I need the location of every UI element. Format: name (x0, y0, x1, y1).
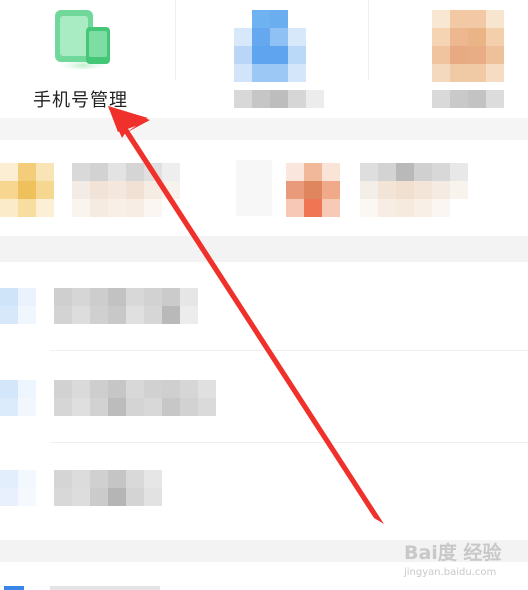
promo-card-right[interactable] (286, 155, 528, 235)
list-item-icon (0, 470, 36, 506)
promo-text-right (360, 163, 468, 217)
list-item-icon (4, 586, 24, 590)
list-item[interactable] (0, 380, 528, 420)
watermark-url: jingyan.baidu.com (404, 567, 497, 578)
list-item-label (54, 470, 162, 506)
clipboard-icon (234, 10, 306, 82)
list-item-label (54, 288, 198, 324)
promo-icon-right (286, 163, 340, 217)
list-item[interactable] (0, 470, 528, 510)
package-icon (432, 10, 504, 82)
blurred-label-3 (432, 90, 504, 108)
promo-divider (236, 160, 272, 216)
blurred-label-2 (234, 90, 324, 108)
baidu-jingyan-watermark: Bai度 经验 (404, 542, 502, 564)
phone-manage-icon (48, 0, 118, 70)
list-divider (50, 442, 528, 443)
phone-management-tile[interactable]: 手机号管理 (20, 0, 150, 118)
blurred-tile-2[interactable] (225, 0, 335, 118)
phone-management-label: 手机号管理 (33, 90, 128, 111)
list-item-label (54, 380, 216, 416)
list-item-icon (0, 288, 36, 324)
section-separator (0, 236, 528, 262)
list-item-icon (0, 380, 36, 416)
list-item-label (50, 586, 160, 590)
promo-icon-left (0, 163, 54, 217)
section-separator (0, 118, 528, 140)
promo-card-left[interactable] (0, 155, 260, 235)
list-item[interactable] (0, 288, 528, 328)
list-divider (50, 350, 528, 351)
list-item-partial[interactable] (0, 582, 528, 590)
blurred-tile-3[interactable] (420, 0, 528, 118)
promo-text-left (72, 163, 180, 217)
